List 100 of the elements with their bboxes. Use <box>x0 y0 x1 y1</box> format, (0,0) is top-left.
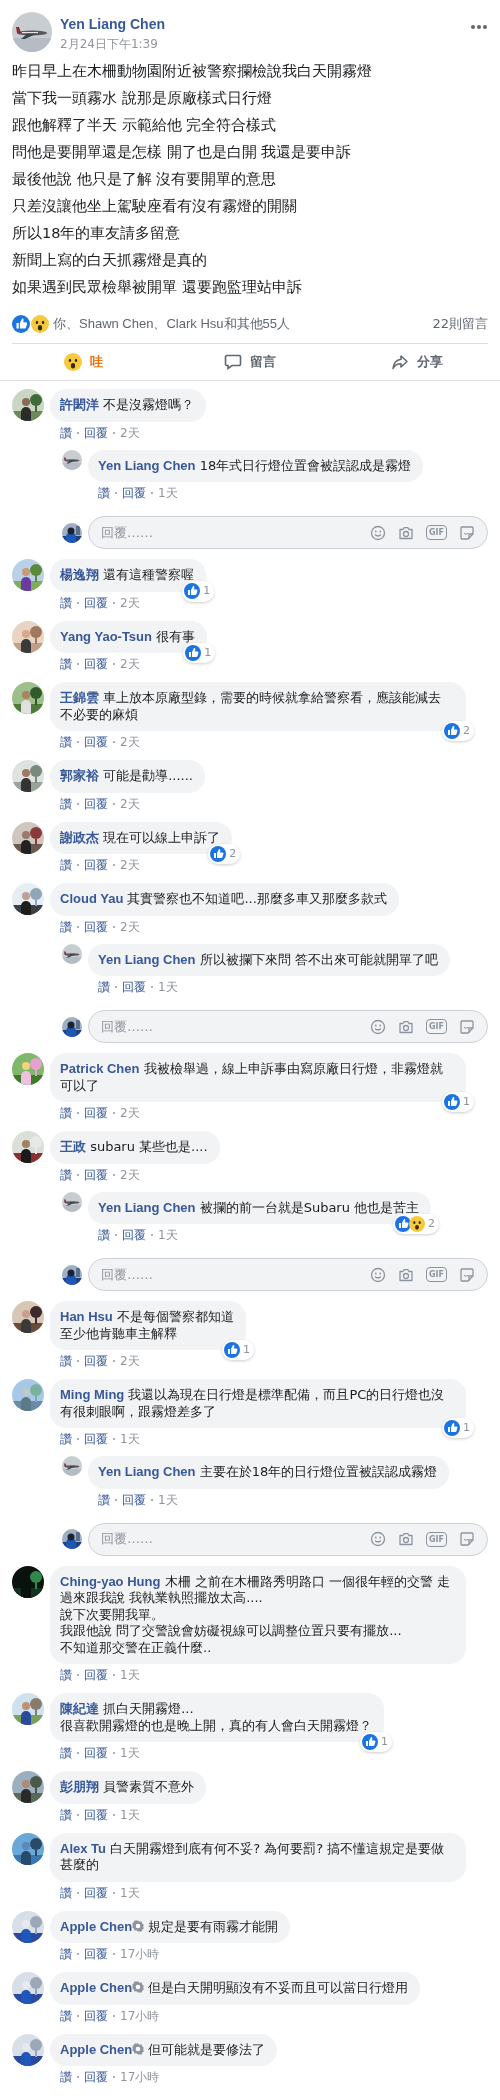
emoji-icon[interactable] <box>370 524 386 541</box>
commenter-name[interactable]: 陳紀達 <box>60 1701 99 1716</box>
comment-time[interactable]: 1天 <box>158 979 178 995</box>
commenter-name[interactable]: Yen Liang Chen <box>98 1199 196 1215</box>
commenter-name[interactable]: Yang Yao-Tsun <box>60 628 152 644</box>
reply-link[interactable]: 回覆 <box>84 734 108 750</box>
like-link[interactable]: 讚 <box>60 918 72 935</box>
more-icon[interactable] <box>470 24 488 30</box>
reply-link[interactable]: 回覆 <box>84 1431 108 1447</box>
reply-link[interactable]: 回覆 <box>84 1806 108 1823</box>
like-link[interactable]: 讚 <box>60 1667 72 1683</box>
comment-time[interactable]: 1天 <box>158 1491 178 1508</box>
reply-link[interactable]: 回覆 <box>84 1105 108 1121</box>
commenter-name[interactable]: 彭朋翔 <box>60 1779 99 1794</box>
reply-link[interactable]: 回覆 <box>84 2069 108 2085</box>
commenter-name[interactable]: Alex Tu <box>60 1840 106 1856</box>
comment-count[interactable]: 22則留言 <box>432 315 488 333</box>
comment-time[interactable]: 1天 <box>120 1806 140 1823</box>
like-link[interactable]: 讚 <box>60 2069 72 2085</box>
comment-time[interactable]: 2天 <box>120 594 140 611</box>
like-link[interactable]: 讚 <box>60 734 72 750</box>
like-link[interactable]: 讚 <box>98 1227 110 1243</box>
camera-icon[interactable] <box>398 1531 414 1547</box>
camera-icon[interactable] <box>398 1266 414 1283</box>
reply-link[interactable]: 回覆 <box>84 918 108 935</box>
reply-link[interactable]: 回覆 <box>122 485 146 501</box>
wow-icon[interactable] <box>31 315 49 333</box>
reply-link[interactable]: 回覆 <box>122 979 146 995</box>
comment-time[interactable]: 2天 <box>120 1353 140 1369</box>
author-name[interactable]: Yen Liang Chen <box>60 15 462 33</box>
comment-time[interactable]: 2天 <box>120 1166 140 1183</box>
like-link[interactable]: 讚 <box>98 979 110 995</box>
commenter-name[interactable]: 楊逸翔 <box>60 567 99 582</box>
reply-link[interactable]: 回覆 <box>122 1491 146 1508</box>
reply-link[interactable]: 回覆 <box>84 1745 108 1761</box>
camera-icon[interactable] <box>398 1018 414 1035</box>
sticker-icon[interactable] <box>459 1266 475 1283</box>
action-button[interactable]: 分享 <box>333 347 500 377</box>
reply-link[interactable]: 回覆 <box>84 656 108 672</box>
reply-link[interactable]: 回覆 <box>84 1166 108 1183</box>
commenter-name[interactable]: Ching-yao Hung <box>60 1573 161 1589</box>
reply-link[interactable]: 回覆 <box>84 2007 108 2024</box>
reply-link[interactable]: 回覆 <box>122 1227 146 1243</box>
like-link[interactable]: 讚 <box>98 1491 110 1508</box>
like-link[interactable]: 讚 <box>60 1946 72 1962</box>
comment-time[interactable]: 2天 <box>120 734 140 750</box>
like-link[interactable]: 讚 <box>60 1105 72 1121</box>
reply-link[interactable]: 回覆 <box>84 795 108 812</box>
like-link[interactable]: 讚 <box>60 1431 72 1447</box>
comment-time[interactable]: 1天 <box>158 485 178 501</box>
like-link[interactable]: 讚 <box>60 795 72 812</box>
like-link[interactable]: 讚 <box>98 485 110 501</box>
comment-time[interactable]: 1天 <box>158 1227 178 1243</box>
like-link[interactable]: 讚 <box>60 2007 72 2024</box>
reply-link[interactable]: 回覆 <box>84 594 108 611</box>
reply-link[interactable]: 回覆 <box>84 1946 108 1962</box>
reply-link[interactable]: 回覆 <box>84 1667 108 1683</box>
comment-time[interactable]: 1天 <box>120 1431 140 1447</box>
comment-time[interactable]: 2天 <box>120 795 140 812</box>
reply-link[interactable]: 回覆 <box>84 1353 108 1369</box>
commenter-name[interactable]: Apple Chen <box>60 1980 133 1995</box>
reaction-badge[interactable]: 1 <box>442 1417 474 1438</box>
commenter-name[interactable]: 謝政杰 <box>60 829 99 845</box>
reaction-badge[interactable]: 1 <box>360 1731 392 1752</box>
commenter-name[interactable]: Ming Ming <box>60 1387 125 1402</box>
commenter-name[interactable]: Yen Liang Chen <box>98 1464 196 1479</box>
reply-link[interactable]: 回覆 <box>84 424 108 441</box>
comment-time[interactable]: 2天 <box>120 424 140 441</box>
reaction-summary[interactable]: 你、Shawn Chen、Clark Hsu和其他55人 <box>53 315 433 333</box>
commenter-name[interactable]: 郭家裕 <box>60 768 99 783</box>
like-link[interactable]: 讚 <box>60 1884 72 1901</box>
comment-time[interactable]: 1天 <box>120 1745 140 1761</box>
comment-time[interactable]: 1天 <box>120 1667 140 1683</box>
emoji-icon[interactable] <box>370 1266 386 1283</box>
like-link[interactable]: 讚 <box>60 656 72 672</box>
commenter-name[interactable]: Patrick Chen <box>60 1061 140 1076</box>
commenter-name[interactable]: Cloud Yau <box>60 891 124 906</box>
comment-time[interactable]: 2天 <box>120 656 140 672</box>
like-link[interactable]: 讚 <box>60 857 72 873</box>
sticker-icon[interactable] <box>459 1018 475 1035</box>
post-time[interactable]: 2月24日下午1:39 <box>60 36 462 52</box>
like-link[interactable]: 讚 <box>60 1166 72 1183</box>
like-link[interactable]: 讚 <box>60 1745 72 1761</box>
commenter-name[interactable]: 許閎洋 <box>60 397 99 412</box>
like-link[interactable]: 讚 <box>60 1353 72 1369</box>
reaction-badge[interactable]: 1 <box>221 1339 254 1360</box>
reply-link[interactable]: 回覆 <box>84 857 108 873</box>
commenter-name[interactable]: 王政 <box>60 1139 86 1154</box>
emoji-icon[interactable] <box>370 1531 386 1547</box>
like-link[interactable]: 讚 <box>60 1806 72 1823</box>
comment-time[interactable]: 1天 <box>120 1884 140 1901</box>
like-icon[interactable] <box>12 315 30 333</box>
commenter-name[interactable]: Apple Chen <box>60 2041 133 2057</box>
action-button[interactable]: 留言 <box>166 347 334 377</box>
sticker-icon[interactable] <box>459 524 475 541</box>
sticker-icon[interactable] <box>459 1531 475 1547</box>
reply-link[interactable]: 回覆 <box>84 1884 108 1901</box>
commenter-name[interactable]: 王錦雲 <box>60 690 99 705</box>
commenter-name[interactable]: Apple Chen <box>60 1918 133 1934</box>
comment-time[interactable]: 2天 <box>120 918 140 935</box>
